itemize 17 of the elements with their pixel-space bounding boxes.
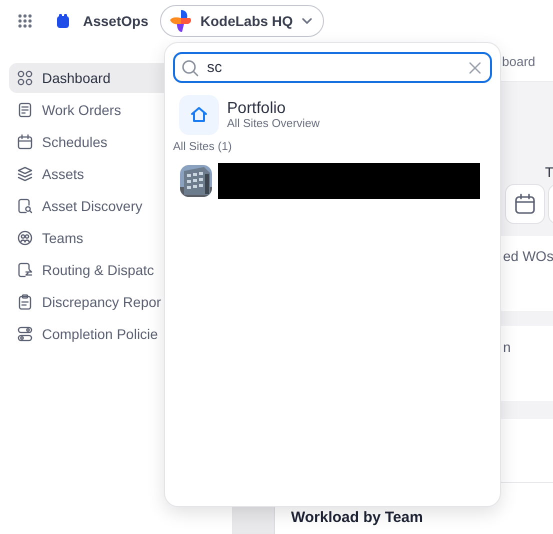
- group-label: All Sites (1): [173, 141, 233, 153]
- panel-title: Workload by Team: [291, 509, 423, 526]
- section-heading: T: [545, 164, 553, 180]
- sidebar-item[interactable]: Routing & Dispatc: [9, 255, 233, 285]
- option-subtitle: All Sites Overview: [227, 118, 320, 130]
- sidebar-item[interactable]: Asset Discovery: [9, 191, 233, 221]
- site-selector[interactable]: KodeLabs HQ: [160, 5, 324, 37]
- app-name: AssetOps: [83, 13, 148, 29]
- search-field[interactable]: sc: [173, 52, 492, 83]
- breadcrumb[interactable]: board: [502, 54, 536, 69]
- sidebar-item[interactable]: Completion Policie: [9, 319, 233, 349]
- sidebar-item[interactable]: Discrepancy Repor: [9, 287, 233, 317]
- option-title: Portfolio: [227, 100, 287, 118]
- sidebar-item[interactable]: Teams: [9, 223, 233, 253]
- sidebar-item[interactable]: Assets: [9, 159, 233, 189]
- stat-label: ed WOs: [503, 248, 553, 264]
- card-text: n: [503, 339, 511, 355]
